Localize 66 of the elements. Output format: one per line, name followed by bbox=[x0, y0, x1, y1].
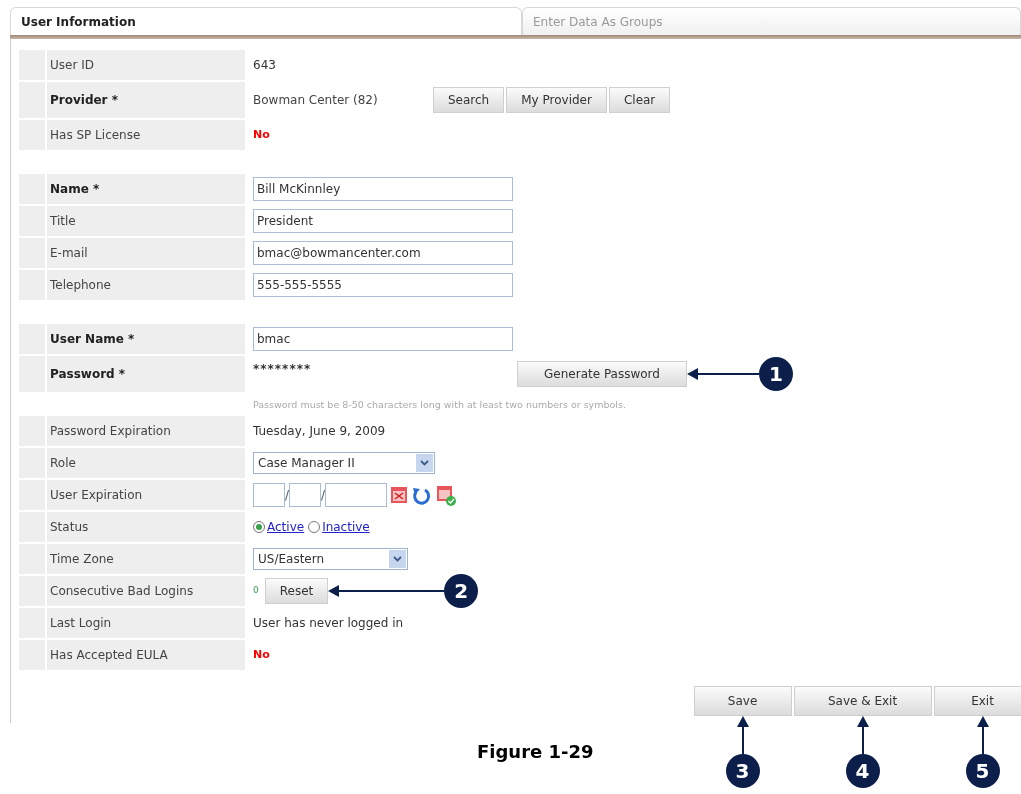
generate-password-button[interactable]: Generate Password bbox=[517, 361, 687, 387]
date-separator: / bbox=[285, 487, 290, 504]
field-label: Consecutive Bad Logins bbox=[50, 583, 194, 600]
arrow-icon bbox=[687, 368, 759, 380]
input-field[interactable]: Bill McKinnley bbox=[253, 177, 513, 201]
input-field[interactable]: bmac bbox=[253, 327, 513, 351]
month-field[interactable] bbox=[253, 483, 285, 507]
input-field[interactable]: bmac@bowmancenter.com bbox=[253, 241, 513, 265]
action-button[interactable]: Exit bbox=[933, 686, 1021, 716]
field-label: Provider * bbox=[50, 92, 118, 109]
arrow-icon bbox=[328, 585, 445, 597]
input-field[interactable]: 555-555-5555 bbox=[253, 273, 513, 297]
field-label: Name * bbox=[50, 181, 100, 198]
dropdown[interactable]: US/Eastern bbox=[253, 548, 408, 570]
arrow-icon bbox=[856, 716, 869, 754]
reset-button[interactable]: Reset bbox=[264, 578, 329, 604]
field-label: Role bbox=[50, 455, 76, 472]
dropdown[interactable]: Case Manager II bbox=[253, 452, 435, 474]
date-separator: / bbox=[321, 487, 326, 504]
chevron-down-icon bbox=[389, 550, 406, 568]
status-option-link[interactable]: Active bbox=[267, 518, 305, 536]
field-label: Has SP License bbox=[50, 127, 141, 144]
field-label: Time Zone bbox=[50, 551, 114, 568]
callout-number: 2 bbox=[444, 574, 479, 608]
radio-button[interactable] bbox=[253, 521, 265, 533]
chevron-down-icon bbox=[416, 454, 433, 472]
year-field[interactable] bbox=[325, 483, 388, 507]
field-label: Telephone bbox=[50, 277, 111, 294]
callout-number: 4 bbox=[845, 754, 880, 788]
figure-caption: Figure 1-29 bbox=[477, 740, 594, 764]
field-label: Password * bbox=[50, 366, 126, 383]
field-value: 643 bbox=[253, 57, 276, 74]
field-label: Last Login bbox=[50, 615, 112, 632]
field-label: User Name * bbox=[50, 331, 135, 348]
field-label: Has Accepted EULA bbox=[50, 647, 168, 664]
status-value: No bbox=[253, 126, 270, 143]
field-value: Tuesday, June 9, 2009 bbox=[253, 423, 386, 440]
field-label: E-mail bbox=[50, 245, 88, 262]
status-option-link[interactable]: Inactive bbox=[322, 518, 370, 536]
action-button[interactable]: Save & Exit bbox=[793, 686, 932, 716]
field-value: User has never logged in bbox=[253, 615, 404, 632]
field-label: Password Expiration bbox=[50, 423, 171, 440]
tab[interactable]: User Information bbox=[10, 7, 522, 35]
callout-number: 1 bbox=[759, 357, 793, 391]
arrow-icon bbox=[736, 716, 749, 754]
action-button[interactable]: Save bbox=[693, 686, 792, 716]
provider-value: Bowman Center (82) bbox=[253, 92, 379, 109]
field-label: User Expiration bbox=[50, 487, 143, 504]
field-label: Title bbox=[50, 213, 76, 230]
provider-button[interactable]: Search bbox=[433, 87, 505, 113]
provider-button[interactable]: My Provider bbox=[506, 87, 607, 113]
radio-button[interactable] bbox=[308, 521, 321, 533]
password-hint: Password must be 8-50 characters long with at least two numbers or symbols. bbox=[253, 397, 626, 412]
status-value: No bbox=[253, 646, 270, 663]
field-label: Status bbox=[50, 519, 89, 536]
input-field[interactable]: President bbox=[253, 209, 513, 233]
password-value: ******** bbox=[253, 361, 313, 378]
calendar-icon[interactable] bbox=[389, 484, 410, 506]
bad-login-count: 0 bbox=[253, 584, 259, 598]
provider-button[interactable]: Clear bbox=[608, 87, 671, 113]
calendar-check-icon[interactable] bbox=[435, 483, 458, 507]
callout-number: 5 bbox=[965, 754, 1000, 788]
arrow-icon bbox=[976, 716, 989, 754]
field-label: User ID bbox=[50, 57, 94, 74]
callout-number: 3 bbox=[725, 754, 760, 788]
day-field[interactable] bbox=[289, 483, 322, 507]
